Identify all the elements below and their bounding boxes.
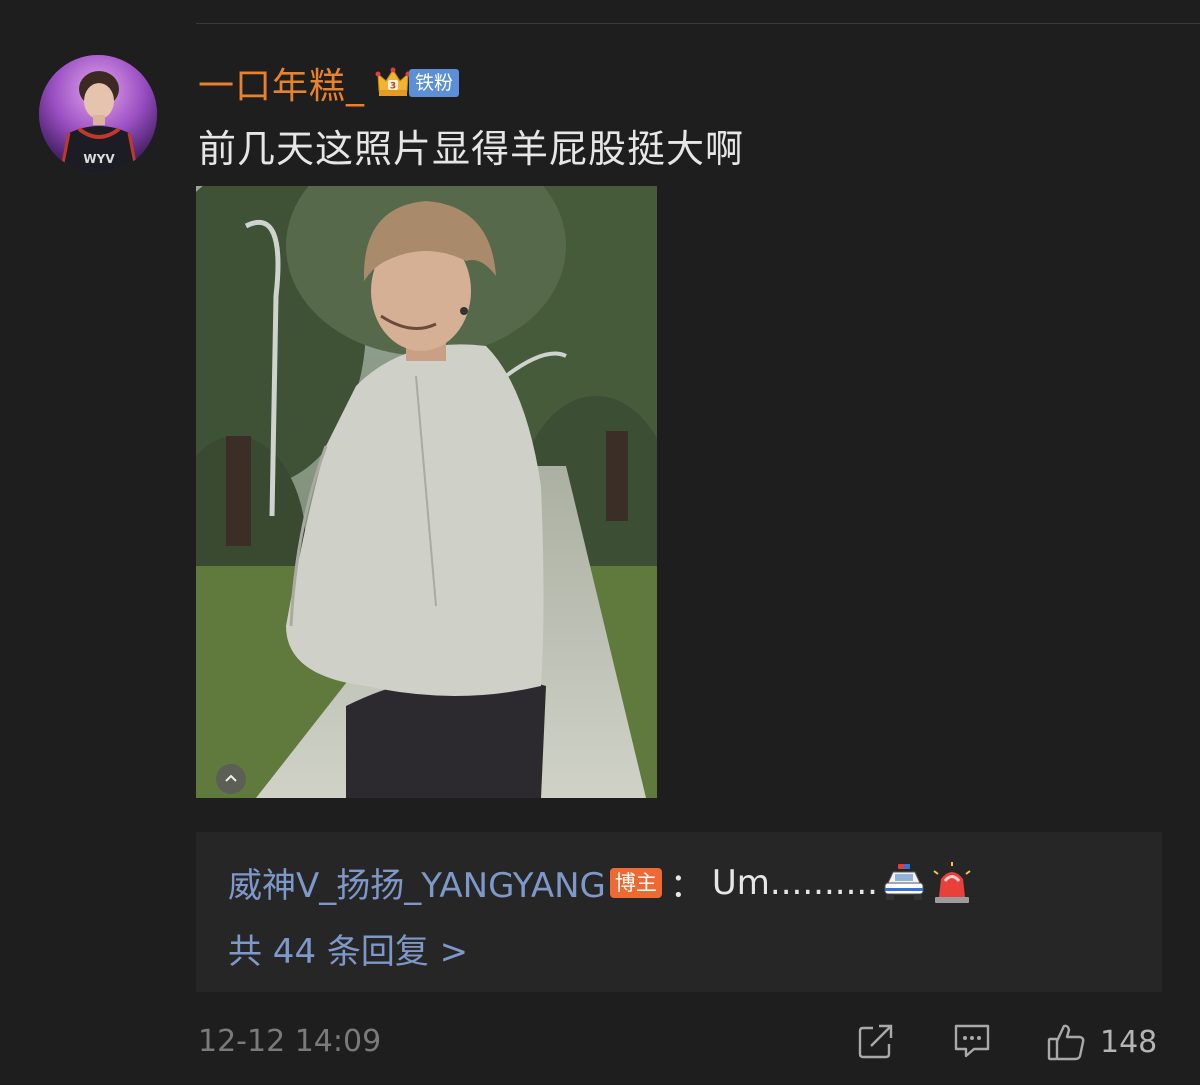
comment-icon xyxy=(954,1024,990,1058)
like-button[interactable]: 148 xyxy=(1046,1022,1157,1062)
svg-text:WYV: WYV xyxy=(83,152,115,166)
username[interactable]: 一口年糕_ xyxy=(198,57,365,109)
reply-line: 威神V_扬扬_YANGYANG 博主 ： Um.......... xyxy=(228,858,974,907)
reply-content: Um.......... xyxy=(711,862,878,903)
comment-photo[interactable] xyxy=(196,186,657,798)
reply-separator: ： xyxy=(669,866,704,906)
share-icon xyxy=(858,1024,893,1059)
photo-image xyxy=(196,186,657,798)
share-button[interactable] xyxy=(857,1022,895,1060)
svg-text:3: 3 xyxy=(390,82,396,92)
crown-level-icon: 3 xyxy=(375,65,411,101)
chevron-up-icon xyxy=(225,774,237,782)
fan-badge: 铁粉 xyxy=(409,69,460,97)
thumbs-up-icon xyxy=(1047,1024,1085,1061)
top-divider xyxy=(196,23,1200,24)
avatar-image: WYV xyxy=(39,55,157,173)
like-count: 148 xyxy=(1100,1024,1158,1060)
reply-author[interactable]: 威神V_扬扬_YANGYANG xyxy=(228,858,606,907)
blogger-badge: 博主 xyxy=(609,867,662,898)
comment-timestamp: 12-12 14:09 xyxy=(198,1024,382,1059)
siren-icon xyxy=(930,861,974,905)
comment-text: 前几天这照片显得羊屁股挺大啊 xyxy=(198,127,745,171)
police-car-icon xyxy=(882,861,926,905)
reply-preview-box[interactable]: 威神V_扬扬_YANGYANG 博主 ： Um.......... 共 44 条… xyxy=(196,832,1162,992)
avatar[interactable]: WYV xyxy=(39,55,157,173)
username-row: 一口年糕_ 3 铁粉 xyxy=(198,57,460,109)
collapse-image-button[interactable] xyxy=(216,764,246,794)
more-replies-link[interactable]: 共 44 条回复 > xyxy=(228,924,468,973)
comment-button[interactable] xyxy=(952,1022,992,1060)
